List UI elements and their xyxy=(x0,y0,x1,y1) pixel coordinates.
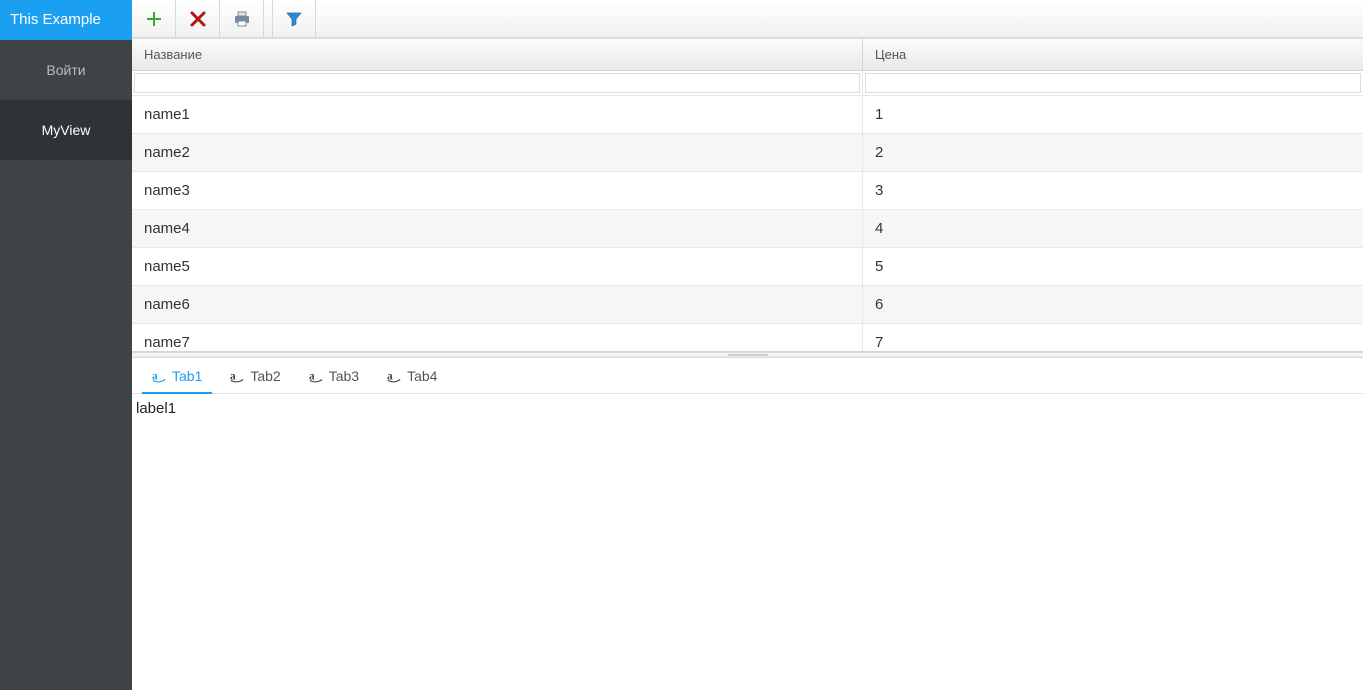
table-row[interactable]: name5 5 xyxy=(132,248,1363,286)
table-row[interactable]: name1 1 xyxy=(132,96,1363,134)
cell-name: name3 xyxy=(132,172,863,209)
filter-icon xyxy=(286,11,302,27)
filter-input-price[interactable] xyxy=(865,73,1361,93)
table-row[interactable]: name3 3 xyxy=(132,172,1363,210)
tab-4[interactable]: a Tab4 xyxy=(373,358,451,393)
grid-filter-row xyxy=(132,71,1363,96)
sidebar-item-label: Войти xyxy=(46,62,85,78)
table-row[interactable]: name7 7 xyxy=(132,324,1363,352)
cell-price: 7 xyxy=(863,324,1363,352)
filter-button[interactable] xyxy=(272,0,316,37)
cell-price: 4 xyxy=(863,210,1363,247)
grid-header-row: Название Цена xyxy=(132,38,1363,71)
sidebar: This Example Войти MyView xyxy=(0,0,132,690)
tab-content-label: label1 xyxy=(136,400,176,417)
main-area: Название Цена name1 1 name2 2 name3 3 xyxy=(132,0,1363,690)
tab-label: Tab4 xyxy=(407,368,437,384)
tab-3[interactable]: a Tab3 xyxy=(295,358,373,393)
table-row[interactable]: name2 2 xyxy=(132,134,1363,172)
cell-price: 5 xyxy=(863,248,1363,285)
toolbar xyxy=(132,0,1363,38)
table-row[interactable]: name6 6 xyxy=(132,286,1363,324)
delete-icon xyxy=(190,11,206,27)
tab-1[interactable]: a Tab1 xyxy=(138,358,216,393)
print-button[interactable] xyxy=(220,0,264,37)
grid-body[interactable]: name1 1 name2 2 name3 3 name4 4 name5 5 … xyxy=(132,96,1363,352)
add-button[interactable] xyxy=(132,0,176,37)
cell-name: name1 xyxy=(132,96,863,133)
tab-bar: a Tab1 a Tab2 a Tab3 a Tab4 xyxy=(132,358,1363,394)
cell-name: name5 xyxy=(132,248,863,285)
delete-button[interactable] xyxy=(176,0,220,37)
amazon-icon: a xyxy=(152,369,166,383)
amazon-icon: a xyxy=(387,369,401,383)
app-title: This Example xyxy=(0,0,132,40)
sidebar-item-login[interactable]: Войти xyxy=(0,40,132,100)
printer-icon xyxy=(233,11,251,27)
tab-content: label1 xyxy=(132,394,1363,690)
amazon-icon: a xyxy=(230,369,244,383)
cell-name: name4 xyxy=(132,210,863,247)
tab-label: Tab3 xyxy=(329,368,359,384)
column-header-name[interactable]: Название xyxy=(132,39,863,70)
data-grid: Название Цена name1 1 name2 2 name3 3 xyxy=(132,38,1363,352)
tab-2[interactable]: a Tab2 xyxy=(216,358,294,393)
cell-name: name6 xyxy=(132,286,863,323)
cell-price: 6 xyxy=(863,286,1363,323)
column-header-price[interactable]: Цена xyxy=(863,39,1363,70)
tab-label: Tab1 xyxy=(172,368,202,384)
sidebar-item-myview[interactable]: MyView xyxy=(0,100,132,160)
filter-input-name[interactable] xyxy=(134,73,860,93)
amazon-icon: a xyxy=(309,369,323,383)
table-row[interactable]: name4 4 xyxy=(132,210,1363,248)
cell-name: name7 xyxy=(132,324,863,352)
cell-price: 2 xyxy=(863,134,1363,171)
plus-icon xyxy=(146,11,162,27)
cell-price: 3 xyxy=(863,172,1363,209)
cell-price: 1 xyxy=(863,96,1363,133)
toolbar-separator xyxy=(264,0,272,37)
cell-name: name2 xyxy=(132,134,863,171)
sidebar-item-label: MyView xyxy=(42,122,91,138)
tab-label: Tab2 xyxy=(250,368,280,384)
